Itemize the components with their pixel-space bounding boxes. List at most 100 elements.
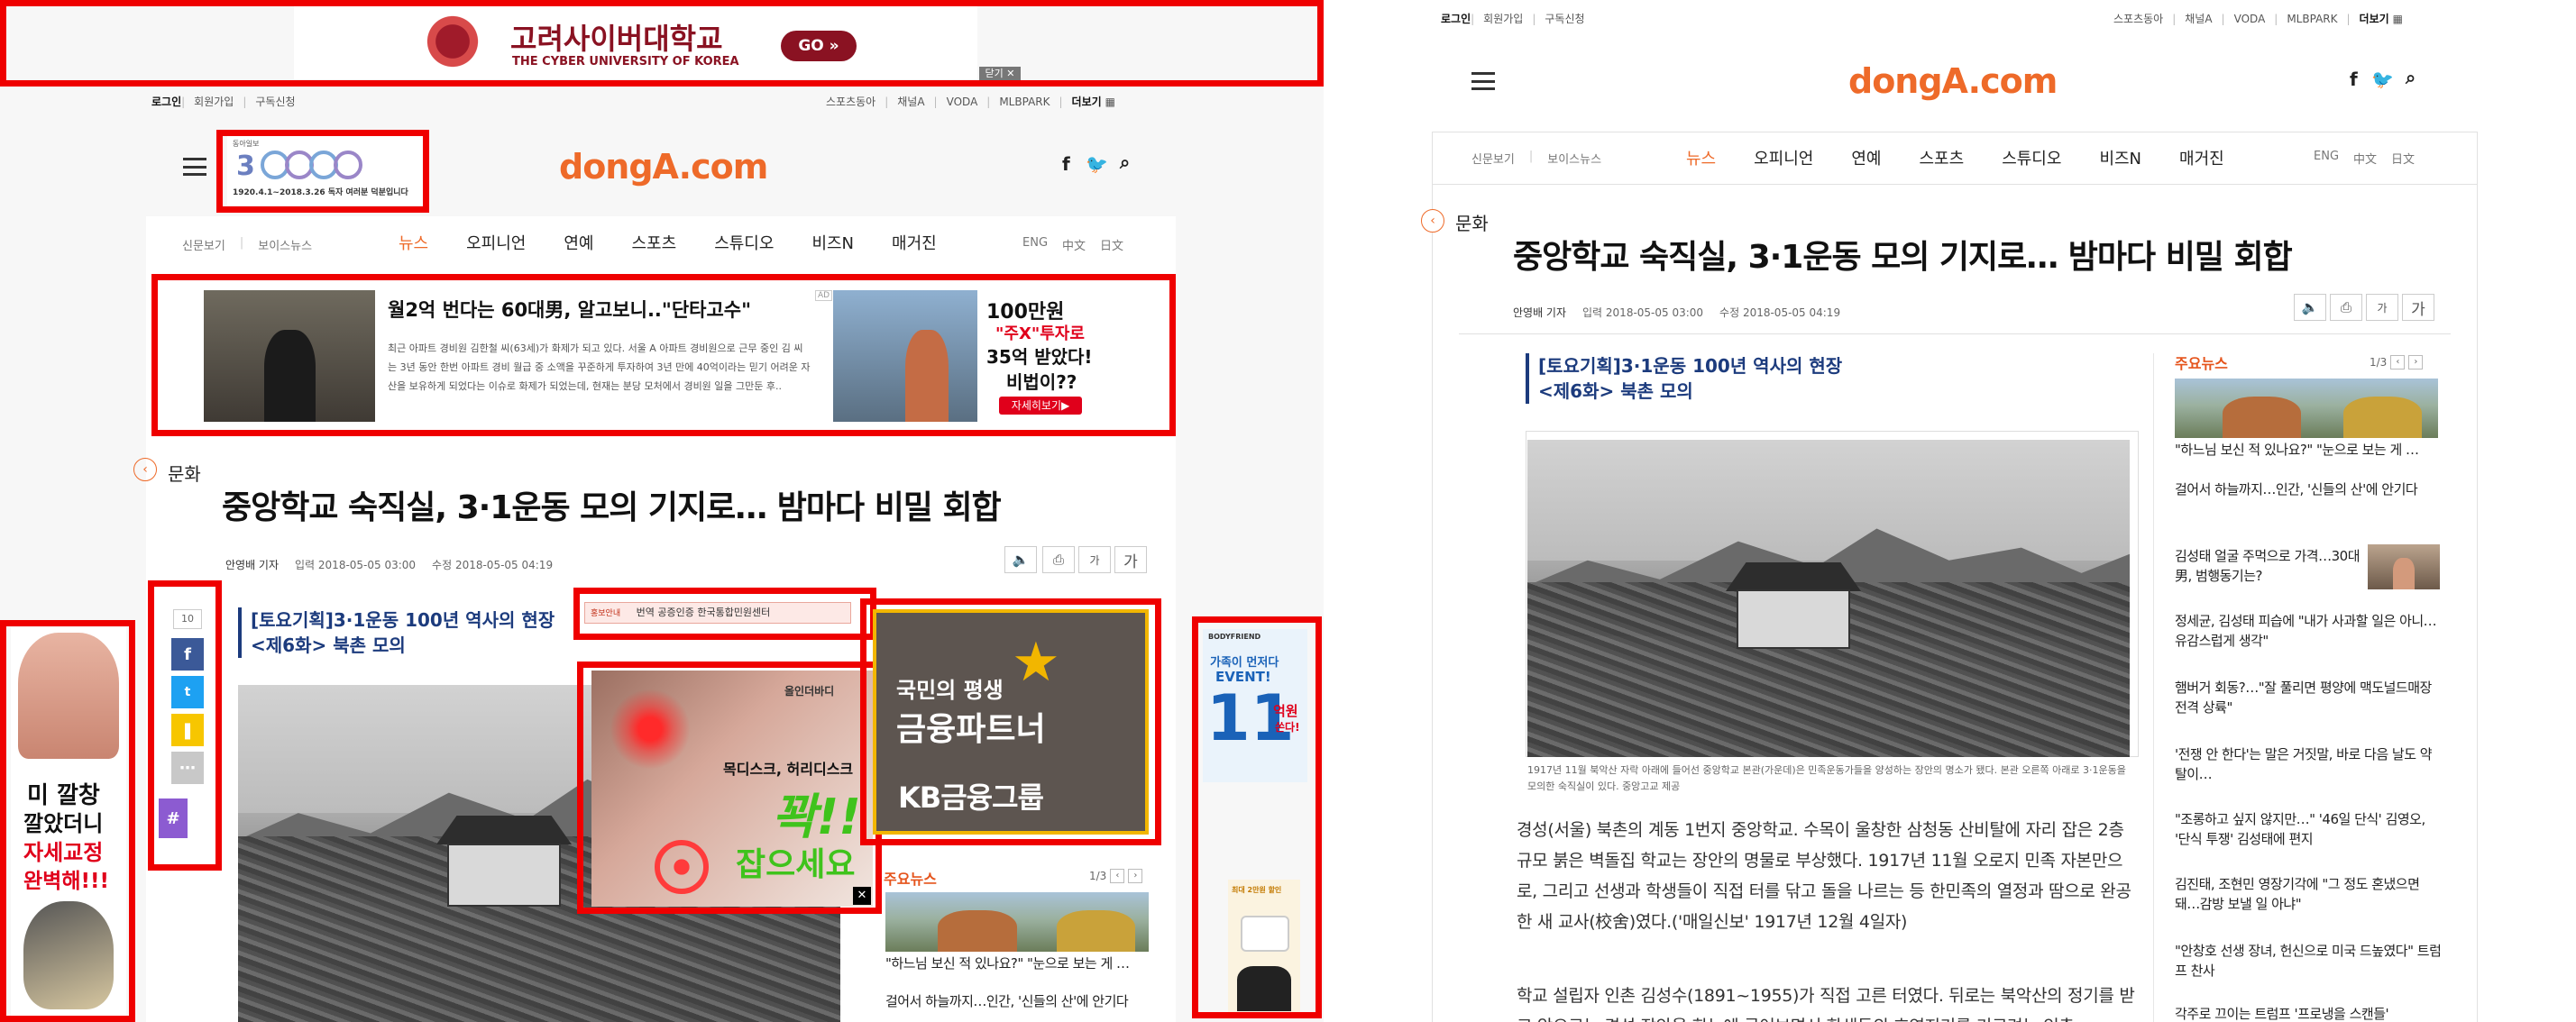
r-donga-logo[interactable]: dongA.com	[1848, 61, 2058, 101]
nav-voicenews-link[interactable]: 보이스뉴스	[258, 236, 312, 253]
highlight-top-banner	[0, 0, 1324, 87]
font-small-button[interactable]: 가	[1078, 546, 1111, 573]
sports-donga-link[interactable]: 스포츠동아	[826, 94, 875, 109]
r-sidebar-item-3-thumb[interactable]	[2368, 544, 2440, 589]
r-search-icon[interactable]: ⌕	[2406, 67, 2416, 88]
r-section-label[interactable]: 문화	[1455, 209, 1489, 235]
byline[interactable]: 안영배 기자	[225, 557, 279, 572]
r-lang-jp[interactable]: 日文	[2391, 150, 2415, 167]
r-twitter-icon[interactable]: 🐦	[2371, 68, 2394, 90]
lang-jp[interactable]: 日文	[1100, 236, 1123, 253]
r-nav-opinion[interactable]: 오피니언	[1754, 146, 1813, 169]
nav-bizn[interactable]: 비즈N	[811, 231, 854, 254]
section-label[interactable]: 문화	[168, 460, 201, 486]
r-voda-link[interactable]: VODA	[2234, 13, 2266, 25]
r-nav-left-links: 신문보기 | 보이스뉴스	[1471, 150, 1602, 167]
r-lang-cn[interactable]: 中文	[2353, 150, 2377, 167]
r-article-photo[interactable]	[1527, 440, 2130, 757]
facebook-icon[interactable]: f	[1062, 153, 1070, 175]
nav-news[interactable]: 뉴스	[399, 231, 428, 254]
r-sports-donga-link[interactable]: 스포츠동아	[2113, 11, 2163, 26]
r-subscribe-link[interactable]: 구독신청	[1545, 11, 1584, 26]
r-sidebar-item-1[interactable]: "하느님 보신 적 있나요?" "눈으로 보는 게 …	[2175, 440, 2438, 460]
r-sidebar-item-7[interactable]: "조롱하고 싶지 않지만…" '46일 단식' 김영오, '단식 투쟁' 김성태…	[2175, 809, 2442, 849]
nav-sports[interactable]: 스포츠	[632, 231, 677, 254]
r-lang-eng[interactable]: ENG	[2314, 150, 2339, 167]
left-pager-prev-icon[interactable]: ‹	[1110, 869, 1125, 883]
r-pager-prev-icon[interactable]: ‹	[2390, 355, 2406, 370]
nav-studio[interactable]: 스튜디오	[714, 231, 774, 254]
r-sidebar-item-9[interactable]: "안창호 선생 장녀, 헌신으로 미국 드높였다" 트럼프 찬사	[2175, 941, 2442, 981]
article-title: 중앙학교 숙직실, 3·1운동 모의 기지로… 밤마다 비밀 회합	[222, 489, 1002, 526]
r-article-title: 중앙학교 숙직실, 3·1운동 모의 기지로… 밤마다 비밀 회합	[1513, 239, 2293, 276]
r-font-large-button[interactable]: 가	[2402, 294, 2434, 321]
r-sidebar-item-3[interactable]: 김성태 얼굴 주먹으로 가격…30대男, 범행동기는?	[2175, 546, 2364, 586]
twitter-icon[interactable]: 🐦	[1086, 153, 1108, 175]
edit-time: 수정 2018-05-05 04:19	[432, 559, 554, 571]
input-time: 입력 2018-05-05 03:00	[295, 559, 417, 571]
left-sidebar-thumb[interactable]	[885, 892, 1149, 952]
r-sidebar-item-5[interactable]: 햄버거 회동?…"잘 풀리면 평양에 맥도널드매장 전격 상륙"	[2175, 678, 2442, 717]
nav-entertainment[interactable]: 연예	[564, 231, 593, 254]
r-back-arrow-icon[interactable]: ‹	[1421, 209, 1444, 233]
r-sidebar-item-6[interactable]: '전쟁 안 한다'는 말은 거짓말, 바로 다음 날도 약탈이…	[2175, 744, 2442, 784]
subscribe-link[interactable]: 구독신청	[255, 94, 295, 109]
r-menu-icon[interactable]	[1471, 72, 1495, 90]
r-nav-sports[interactable]: 스포츠	[1920, 146, 1965, 169]
nav-magazine[interactable]: 매거진	[892, 231, 937, 254]
left-pager-next-icon[interactable]: ›	[1128, 869, 1143, 883]
font-large-button[interactable]: 가	[1114, 546, 1147, 573]
r-sidebar-item-4[interactable]: 정세균, 김성태 피습에 "내가 사과할 일은 아니…유감스럽게 생각"	[2175, 611, 2442, 651]
r-nav-language: ENG 中文 日文	[2314, 150, 2429, 167]
r-sidebar-thumb[interactable]	[2175, 379, 2438, 438]
r-article-para2: 학교 설립자 인촌 김성수(1891~1955)가 직접 고른 터였다. 뒤로는…	[1517, 986, 2135, 1022]
left-sidebar-item-1[interactable]: "하느님 보신 적 있나요?" "눈으로 보는 게 …	[885, 954, 1149, 973]
signup-link[interactable]: 회원가입	[194, 94, 234, 109]
r-nav-magazine[interactable]: 매거진	[2179, 146, 2224, 169]
left-screenshot-panel: 고려사이버대학교 THE CYBER UNIVERSITY OF KOREA G…	[0, 0, 1324, 1022]
lang-cn[interactable]: 中文	[1062, 236, 1086, 253]
r-nav-entertainment[interactable]: 연예	[1851, 146, 1881, 169]
r-sidebar-item-8[interactable]: 김진태, 조현민 영장기각에 "그 정도 혼냈으면 돼…감방 보낼 일 아냐"	[2175, 874, 2442, 914]
r-font-small-button[interactable]: 가	[2366, 294, 2398, 321]
highlight-share-column	[148, 580, 222, 871]
search-icon[interactable]: ⌕	[1120, 151, 1130, 173]
r-speaker-icon[interactable]: 🔈	[2294, 294, 2326, 321]
nav-opinion[interactable]: 오피니언	[466, 231, 526, 254]
back-arrow-icon[interactable]: ‹	[133, 458, 157, 481]
r-sidebar-item-10[interactable]: 각주로 끄이는 트럼프 '프로냉을 스캔들'	[2175, 1004, 2442, 1022]
voda-link[interactable]: VODA	[947, 96, 978, 108]
mlbpark-link[interactable]: MLBPARK	[999, 96, 1050, 108]
r-sidebar-item-2[interactable]: 걸어서 하늘까지…인간, '신들의 산'에 안기다	[2175, 479, 2438, 499]
subhead-line2: <제6화> 북촌 모의	[251, 634, 406, 656]
login-link[interactable]: 로그인	[151, 94, 181, 109]
print-icon[interactable]: ⎙	[1042, 546, 1075, 573]
donga-logo[interactable]: dongA.com	[559, 147, 768, 187]
r-sidebar-title: 주요뉴스	[2175, 355, 2228, 372]
left-sidebar-title: 주요뉴스	[884, 871, 937, 888]
left-sidebar-item-2[interactable]: 걸어서 하늘까지…인간, '신들의 산'에 안기다	[885, 991, 1149, 1011]
r-nav-studio[interactable]: 스튜디오	[2002, 146, 2061, 169]
r-subhead-line1: [토요기획]3·1운동 100년 역사의 현장	[1538, 355, 1843, 377]
r-nav-divider	[1432, 184, 2478, 185]
r-byline[interactable]: 안영배 기자	[1513, 305, 1566, 320]
r-channel-a-link[interactable]: 채널A	[2185, 11, 2212, 26]
r-more-link[interactable]: 더보기	[2360, 11, 2389, 26]
r-nav-voicenews-link[interactable]: 보이스뉴스	[1547, 150, 1601, 167]
r-nav-news[interactable]: 뉴스	[1686, 146, 1716, 169]
speaker-icon[interactable]: 🔈	[1004, 546, 1037, 573]
r-nav-newspaper-link[interactable]: 신문보기	[1471, 150, 1515, 167]
r-mlbpark-link[interactable]: MLBPARK	[2287, 13, 2337, 25]
r-pager-next-icon[interactable]: ›	[2408, 355, 2424, 370]
r-signup-link[interactable]: 회원가입	[1483, 11, 1523, 26]
subhead-line1: [토요기획]3·1운동 100년 역사의 현장	[251, 609, 555, 631]
r-facebook-icon[interactable]: f	[2350, 68, 2358, 90]
r-print-icon[interactable]: ⎙	[2330, 294, 2362, 321]
r-login-link[interactable]: 로그인	[1441, 11, 1471, 26]
menu-icon[interactable]	[183, 158, 206, 176]
more-link[interactable]: 더보기	[1072, 94, 1102, 109]
r-nav-bizn[interactable]: 비즈N	[2099, 146, 2141, 169]
nav-newspaper-link[interactable]: 신문보기	[182, 236, 225, 253]
lang-eng[interactable]: ENG	[1022, 236, 1048, 253]
channel-a-link[interactable]: 채널A	[897, 94, 924, 109]
